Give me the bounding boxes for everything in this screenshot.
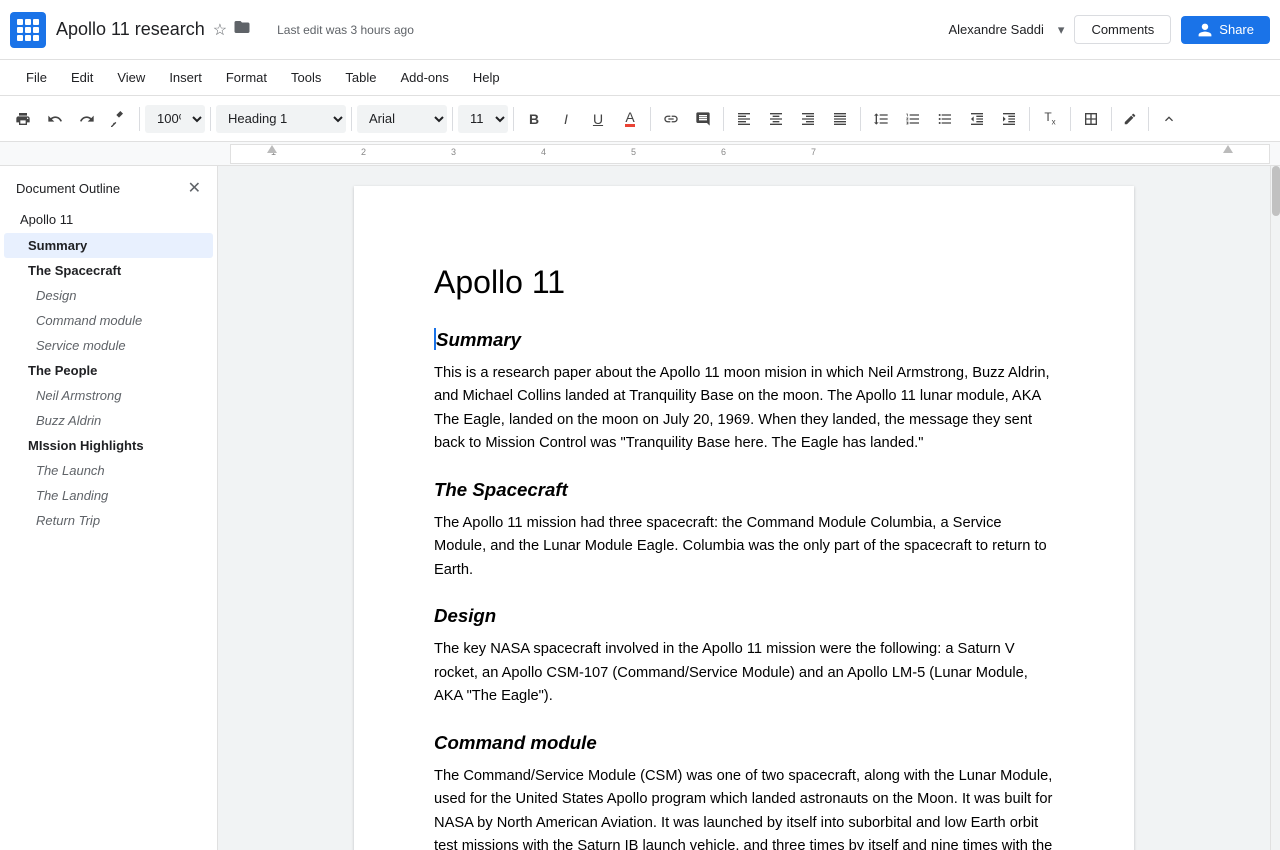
section-body-design[interactable]: The key NASA spacecraft involved in the … — [434, 638, 1054, 708]
document-scroll-area[interactable]: Apollo 11 Summary This is a research pap… — [218, 166, 1270, 850]
heading-select[interactable]: Heading 1 — [216, 105, 346, 133]
link-button[interactable] — [656, 104, 686, 134]
document-main-title: Apollo 11 — [434, 258, 1054, 306]
outline-item-launch[interactable]: The Launch — [4, 458, 213, 483]
font-size-select[interactable]: 11 — [458, 105, 508, 133]
section-heading-command: Command module — [434, 729, 1054, 757]
underline-button[interactable]: U — [583, 104, 613, 134]
scrollbar-thumb[interactable] — [1272, 166, 1280, 216]
document-outline-sidebar: Document Outline ✕ Apollo 11 Summary The… — [0, 166, 218, 850]
menu-help[interactable]: Help — [463, 66, 510, 89]
sidebar-close-button[interactable]: ✕ — [188, 178, 201, 198]
outline-item-apollo11[interactable]: Apollo 11 — [4, 206, 213, 233]
section-heading-spacecraft: The Spacecraft — [434, 476, 1054, 504]
share-button[interactable]: Share — [1181, 16, 1270, 44]
paint-format-button[interactable] — [104, 104, 134, 134]
outline-item-command-module[interactable]: Command module — [4, 308, 213, 333]
text-color-button[interactable]: A — [615, 104, 645, 134]
section-heading-design: Design — [434, 602, 1054, 630]
menu-addons[interactable]: Add-ons — [390, 66, 458, 89]
last-edit-label: Last edit was 3 hours ago — [277, 23, 414, 37]
folder-icon[interactable] — [233, 18, 251, 41]
zoom-select[interactable]: 100% — [145, 105, 205, 133]
document-page: Apollo 11 Summary This is a research pap… — [354, 186, 1134, 850]
outline-item-design[interactable]: Design — [4, 283, 213, 308]
print-button[interactable] — [8, 104, 38, 134]
menu-edit[interactable]: Edit — [61, 66, 103, 89]
menu-format[interactable]: Format — [216, 66, 277, 89]
outline-item-summary[interactable]: Summary — [4, 233, 213, 258]
toolbar: 100% Heading 1 Arial 11 B I U A — [0, 96, 1280, 142]
undo-button[interactable] — [40, 104, 70, 134]
align-right-button[interactable] — [793, 104, 823, 134]
menu-insert[interactable]: Insert — [159, 66, 212, 89]
increase-indent-button[interactable] — [994, 104, 1024, 134]
outline-item-people[interactable]: The People — [4, 358, 213, 383]
edit-mode-button[interactable] — [1117, 104, 1143, 134]
outline-item-neil[interactable]: Neil Armstrong — [4, 383, 213, 408]
bullet-list-button[interactable] — [930, 104, 960, 134]
star-icon[interactable]: ☆ — [213, 20, 227, 40]
collapse-toolbar-button[interactable] — [1154, 104, 1184, 134]
section-heading-summary: Summary — [434, 326, 1054, 354]
bold-button[interactable]: B — [519, 104, 549, 134]
outline-item-spacecraft[interactable]: The Spacecraft — [4, 258, 213, 283]
section-body-spacecraft[interactable]: The Apollo 11 mission had three spacecra… — [434, 512, 1054, 582]
dropdown-icon[interactable]: ▾ — [1058, 22, 1065, 38]
comments-button[interactable]: Comments — [1074, 15, 1171, 44]
ruler: 1 2 3 4 5 6 7 — [0, 142, 1280, 166]
section-body-summary[interactable]: This is a research paper about the Apoll… — [434, 362, 1054, 456]
outline-item-service-module[interactable]: Service module — [4, 333, 213, 358]
share-label: Share — [1219, 22, 1254, 37]
numbered-list-button[interactable] — [898, 104, 928, 134]
menu-table[interactable]: Table — [335, 66, 386, 89]
table-button[interactable] — [1076, 104, 1106, 134]
user-name: Alexandre Saddi — [949, 22, 1044, 37]
outline-item-buzz[interactable]: Buzz Aldrin — [4, 408, 213, 433]
app-icon[interactable] — [10, 12, 46, 48]
sidebar-title: Document Outline — [16, 181, 120, 196]
decrease-indent-button[interactable] — [962, 104, 992, 134]
clear-formatting-button[interactable]: Tx — [1035, 104, 1065, 134]
scrollbar[interactable] — [1270, 166, 1280, 850]
text-cursor — [434, 328, 436, 350]
justify-button[interactable] — [825, 104, 855, 134]
document-title[interactable]: Apollo 11 research — [56, 19, 205, 40]
outline-item-landing[interactable]: The Landing — [4, 483, 213, 508]
align-left-button[interactable] — [729, 104, 759, 134]
menu-bar: File Edit View Insert Format Tools Table… — [0, 60, 1280, 96]
align-center-button[interactable] — [761, 104, 791, 134]
outline-item-mission[interactable]: MIssion Highlights — [4, 433, 213, 458]
section-body-command[interactable]: The Command/Service Module (CSM) was one… — [434, 765, 1054, 850]
outline-item-return[interactable]: Return Trip — [4, 508, 213, 533]
line-spacing-button[interactable] — [866, 104, 896, 134]
font-select[interactable]: Arial — [357, 105, 447, 133]
italic-button[interactable]: I — [551, 104, 581, 134]
menu-tools[interactable]: Tools — [281, 66, 331, 89]
menu-file[interactable]: File — [16, 66, 57, 89]
redo-button[interactable] — [72, 104, 102, 134]
menu-view[interactable]: View — [107, 66, 155, 89]
comment-button[interactable] — [688, 104, 718, 134]
